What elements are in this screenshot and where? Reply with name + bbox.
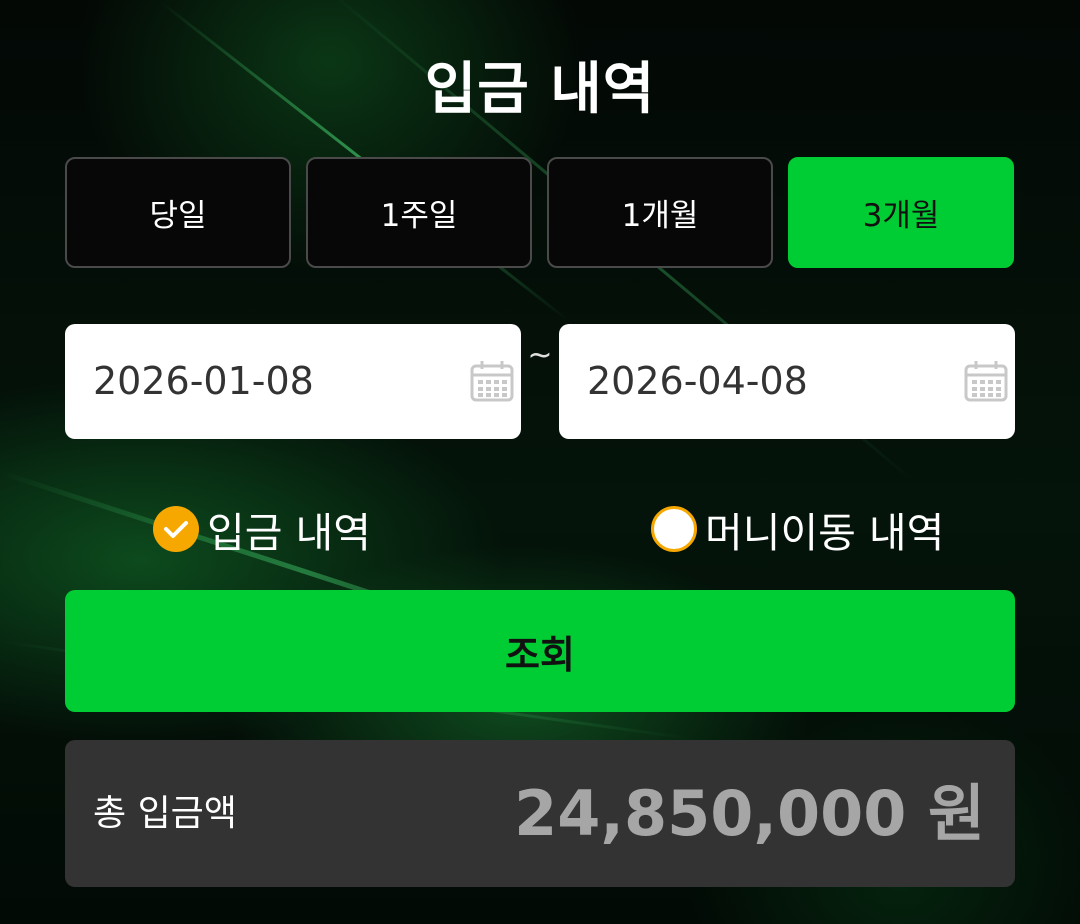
radio-deposit-history[interactable]: 입금 내역 <box>153 500 371 558</box>
radio-unchecked-icon[interactable] <box>651 506 697 552</box>
radio-checked-icon[interactable] <box>153 506 199 552</box>
calendar-icon[interactable] <box>964 360 1008 402</box>
page-title: 입금 내역 <box>424 57 656 122</box>
period-filter: 당일 1주일 1개월 3개월 <box>65 157 1015 268</box>
date-range-separator: ~ <box>527 338 553 373</box>
calendar-icon[interactable] <box>470 360 514 402</box>
end-date-value: 2026-04-08 <box>587 359 808 403</box>
start-date-field[interactable]: 2026-01-08 <box>65 324 521 439</box>
radio-deposit-label: 입금 내역 <box>207 509 371 557</box>
radio-money-transfer-history[interactable]: 머니이동 내역 <box>651 500 944 558</box>
radio-money-transfer-label: 머니이동 내역 <box>705 509 945 557</box>
search-button[interactable]: 조회 <box>65 590 1015 712</box>
period-button-1week[interactable]: 1주일 <box>306 157 532 268</box>
total-deposit-summary: 총 입금액 24,850,000 원 <box>65 740 1015 887</box>
total-deposit-label: 총 입금액 <box>93 793 237 834</box>
checkmark-icon <box>164 521 188 538</box>
end-date-field[interactable]: 2026-04-08 <box>559 324 1015 439</box>
period-button-today[interactable]: 당일 <box>65 157 291 268</box>
start-date-value: 2026-01-08 <box>93 359 314 403</box>
period-button-1month[interactable]: 1개월 <box>547 157 773 268</box>
total-deposit-amount: 24,850,000 원 <box>514 777 985 850</box>
period-button-3months[interactable]: 3개월 <box>788 157 1014 268</box>
